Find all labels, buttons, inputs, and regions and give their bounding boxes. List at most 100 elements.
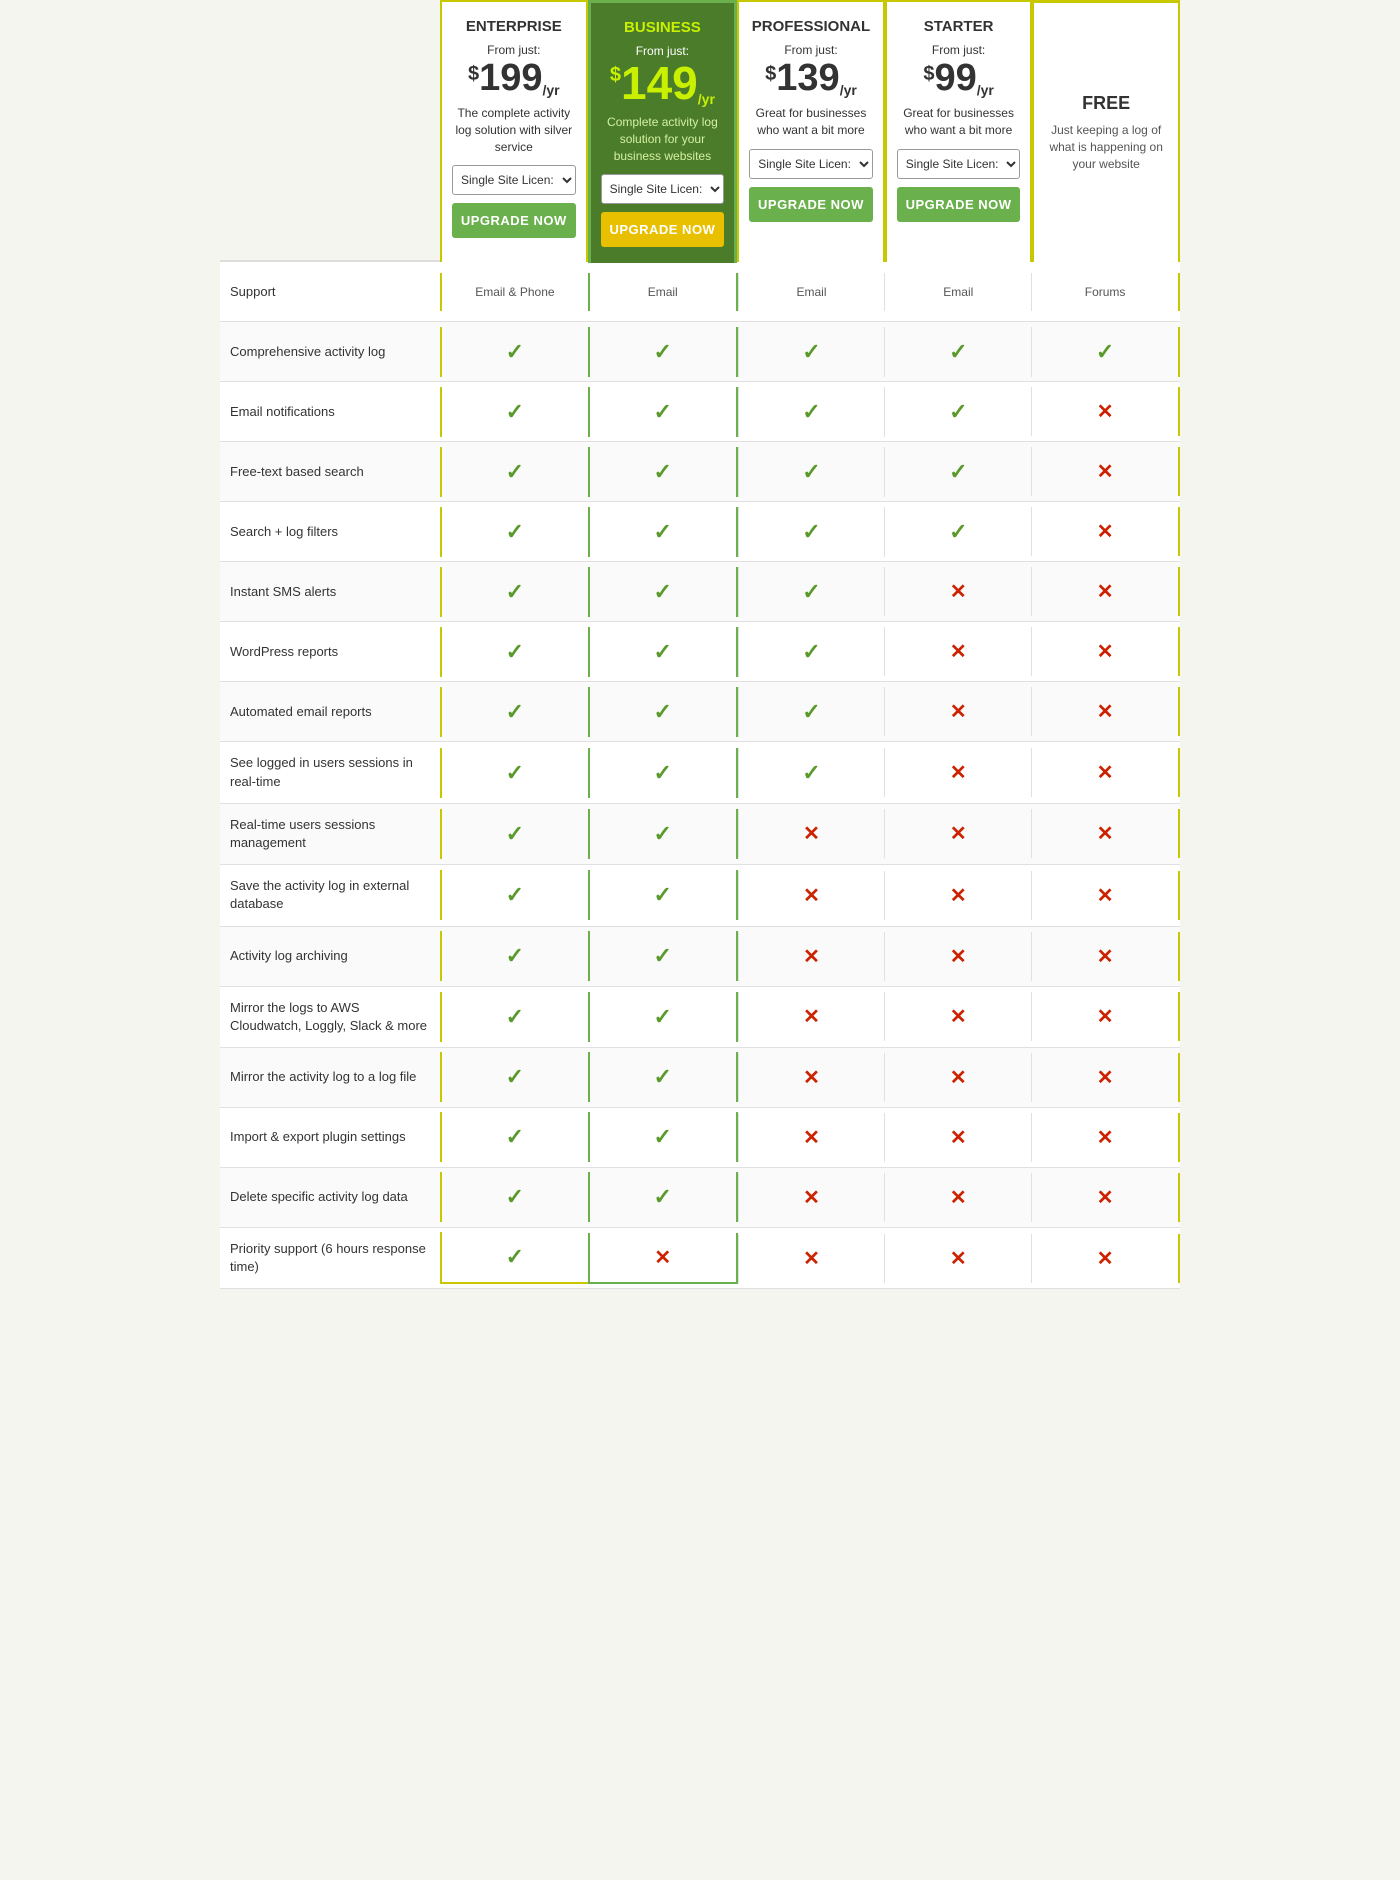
cross-icon: ✕ xyxy=(950,581,967,603)
table-row: Save the activity log in external databa… xyxy=(220,865,1180,926)
feature-value-professional: ✕ xyxy=(738,809,885,858)
feature-value-free: ✕ xyxy=(1031,992,1180,1041)
feature-value-starter: ✓ xyxy=(884,447,1031,497)
plan-select-business[interactable]: Single Site Licen: xyxy=(601,174,725,204)
feature-value-starter: ✕ xyxy=(884,809,1031,858)
check-icon: ✓ xyxy=(506,399,524,424)
feature-value-enterprise: ✓ xyxy=(440,809,588,859)
feature-value-free: ✕ xyxy=(1031,387,1180,436)
feature-column-header xyxy=(220,0,440,260)
plan-select-professional[interactable]: Single Site Licen: xyxy=(749,149,873,179)
cross-icon: ✕ xyxy=(1097,1127,1114,1149)
feature-value-free: ✕ xyxy=(1031,507,1180,556)
table-row: Delete specific activity log data✓✓✕✕✕ xyxy=(220,1168,1180,1228)
feature-value-enterprise: ✓ xyxy=(440,627,588,677)
plan-from-business: From just: xyxy=(636,44,689,58)
upgrade-btn-starter[interactable]: UPGRADE NOW xyxy=(897,187,1021,222)
upgrade-btn-professional[interactable]: UPGRADE NOW xyxy=(749,187,873,222)
plan-select-starter[interactable]: Single Site Licen: xyxy=(897,149,1021,179)
cross-icon: ✕ xyxy=(950,762,967,784)
feature-value-free: ✕ xyxy=(1031,567,1180,616)
feature-value-business: ✓ xyxy=(588,870,738,920)
feature-label: Save the activity log in external databa… xyxy=(220,865,440,925)
feature-value-enterprise: ✓ xyxy=(440,447,588,497)
feature-value-starter: ✕ xyxy=(884,1113,1031,1162)
table-row: See logged in users sessions in real-tim… xyxy=(220,742,1180,803)
feature-value-starter: ✕ xyxy=(884,748,1031,797)
table-row: Priority support (6 hours response time)… xyxy=(220,1228,1180,1289)
table-row: Email notifications✓✓✓✓✕ xyxy=(220,382,1180,442)
feature-value-business: ✕ xyxy=(588,1233,738,1284)
feature-value-free: Forums xyxy=(1031,273,1180,311)
plan-price-professional: $139/yr xyxy=(765,59,857,97)
feature-value-professional: Email xyxy=(738,273,885,311)
feature-value-business: ✓ xyxy=(588,567,738,617)
feature-value-professional: ✕ xyxy=(738,1234,885,1283)
feature-value-starter: ✕ xyxy=(884,1234,1031,1283)
feature-value-free: ✕ xyxy=(1031,871,1180,920)
feature-label: WordPress reports xyxy=(220,631,440,673)
feature-value-enterprise: ✓ xyxy=(440,327,588,377)
plan-desc-enterprise: The complete activity log solution with … xyxy=(452,105,576,155)
upgrade-btn-enterprise[interactable]: UPGRADE NOW xyxy=(452,203,576,238)
feature-value-business: ✓ xyxy=(588,447,738,497)
feature-value-enterprise: ✓ xyxy=(440,567,588,617)
feature-value-business: ✓ xyxy=(588,748,738,798)
upgrade-btn-business[interactable]: UPGRADE NOW xyxy=(601,212,725,247)
feature-value-business: ✓ xyxy=(588,1052,738,1102)
feature-label: Comprehensive activity log xyxy=(220,331,440,373)
feature-value-professional: ✓ xyxy=(738,507,885,557)
feature-label: See logged in users sessions in real-tim… xyxy=(220,742,440,802)
table-body: SupportEmail & PhoneEmailEmailEmailForum… xyxy=(220,262,1180,1289)
check-icon: ✓ xyxy=(802,639,820,664)
plan-from-enterprise: From just: xyxy=(487,43,540,57)
cross-icon: ✕ xyxy=(1097,1006,1114,1028)
check-icon: ✓ xyxy=(506,1004,524,1029)
free-plan-desc: Just keeping a log of what is happening … xyxy=(1044,122,1168,172)
check-icon: ✓ xyxy=(802,760,820,785)
cross-icon: ✕ xyxy=(950,1127,967,1149)
plan-price-starter: $99/yr xyxy=(923,59,994,97)
check-icon: ✓ xyxy=(653,519,671,544)
feature-label: Instant SMS alerts xyxy=(220,571,440,613)
feature-value-starter: ✓ xyxy=(884,327,1031,377)
cross-icon: ✕ xyxy=(803,823,820,845)
check-icon: ✓ xyxy=(506,339,524,364)
cross-icon: ✕ xyxy=(950,1067,967,1089)
feature-value-professional: ✕ xyxy=(738,1173,885,1222)
cross-icon: ✕ xyxy=(1097,762,1114,784)
plan-select-enterprise[interactable]: Single Site Licen: xyxy=(452,165,576,195)
feature-value-starter: ✕ xyxy=(884,871,1031,920)
plan-price-enterprise: $199/yr xyxy=(468,59,560,97)
check-icon: ✓ xyxy=(506,459,524,484)
check-icon: ✓ xyxy=(653,1064,671,1089)
feature-label: Automated email reports xyxy=(220,691,440,733)
check-icon: ✓ xyxy=(802,459,820,484)
cross-icon: ✕ xyxy=(950,946,967,968)
table-row: Import & export plugin settings✓✓✕✕✕ xyxy=(220,1108,1180,1168)
table-row: Comprehensive activity log✓✓✓✓✓ xyxy=(220,322,1180,382)
plan-desc-business: Complete activity log solution for your … xyxy=(601,114,725,164)
cross-icon: ✕ xyxy=(950,823,967,845)
feature-value-professional: ✓ xyxy=(738,748,885,798)
cross-icon: ✕ xyxy=(803,1006,820,1028)
cross-icon: ✕ xyxy=(1097,581,1114,603)
feature-value-enterprise: ✓ xyxy=(440,387,588,437)
plan-desc-professional: Great for businesses who want a bit more xyxy=(749,105,873,139)
feature-value-business: ✓ xyxy=(588,809,738,859)
cross-icon: ✕ xyxy=(803,1248,820,1270)
cross-icon: ✕ xyxy=(803,885,820,907)
feature-value-enterprise: ✓ xyxy=(440,1112,588,1162)
plan-header-free: FREE Just keeping a log of what is happe… xyxy=(1032,0,1180,262)
feature-label: Delete specific activity log data xyxy=(220,1176,440,1218)
check-icon: ✓ xyxy=(506,519,524,544)
feature-value-enterprise: ✓ xyxy=(440,992,588,1042)
feature-value-free: ✓ xyxy=(1031,327,1180,377)
feature-value-professional: ✓ xyxy=(738,447,885,497)
feature-value-professional: ✓ xyxy=(738,567,885,617)
feature-value-enterprise: ✓ xyxy=(440,507,588,557)
feature-value-business: ✓ xyxy=(588,327,738,377)
table-row: SupportEmail & PhoneEmailEmailEmailForum… xyxy=(220,262,1180,322)
feature-value-enterprise: ✓ xyxy=(440,931,588,981)
feature-label: Priority support (6 hours response time) xyxy=(220,1228,440,1288)
